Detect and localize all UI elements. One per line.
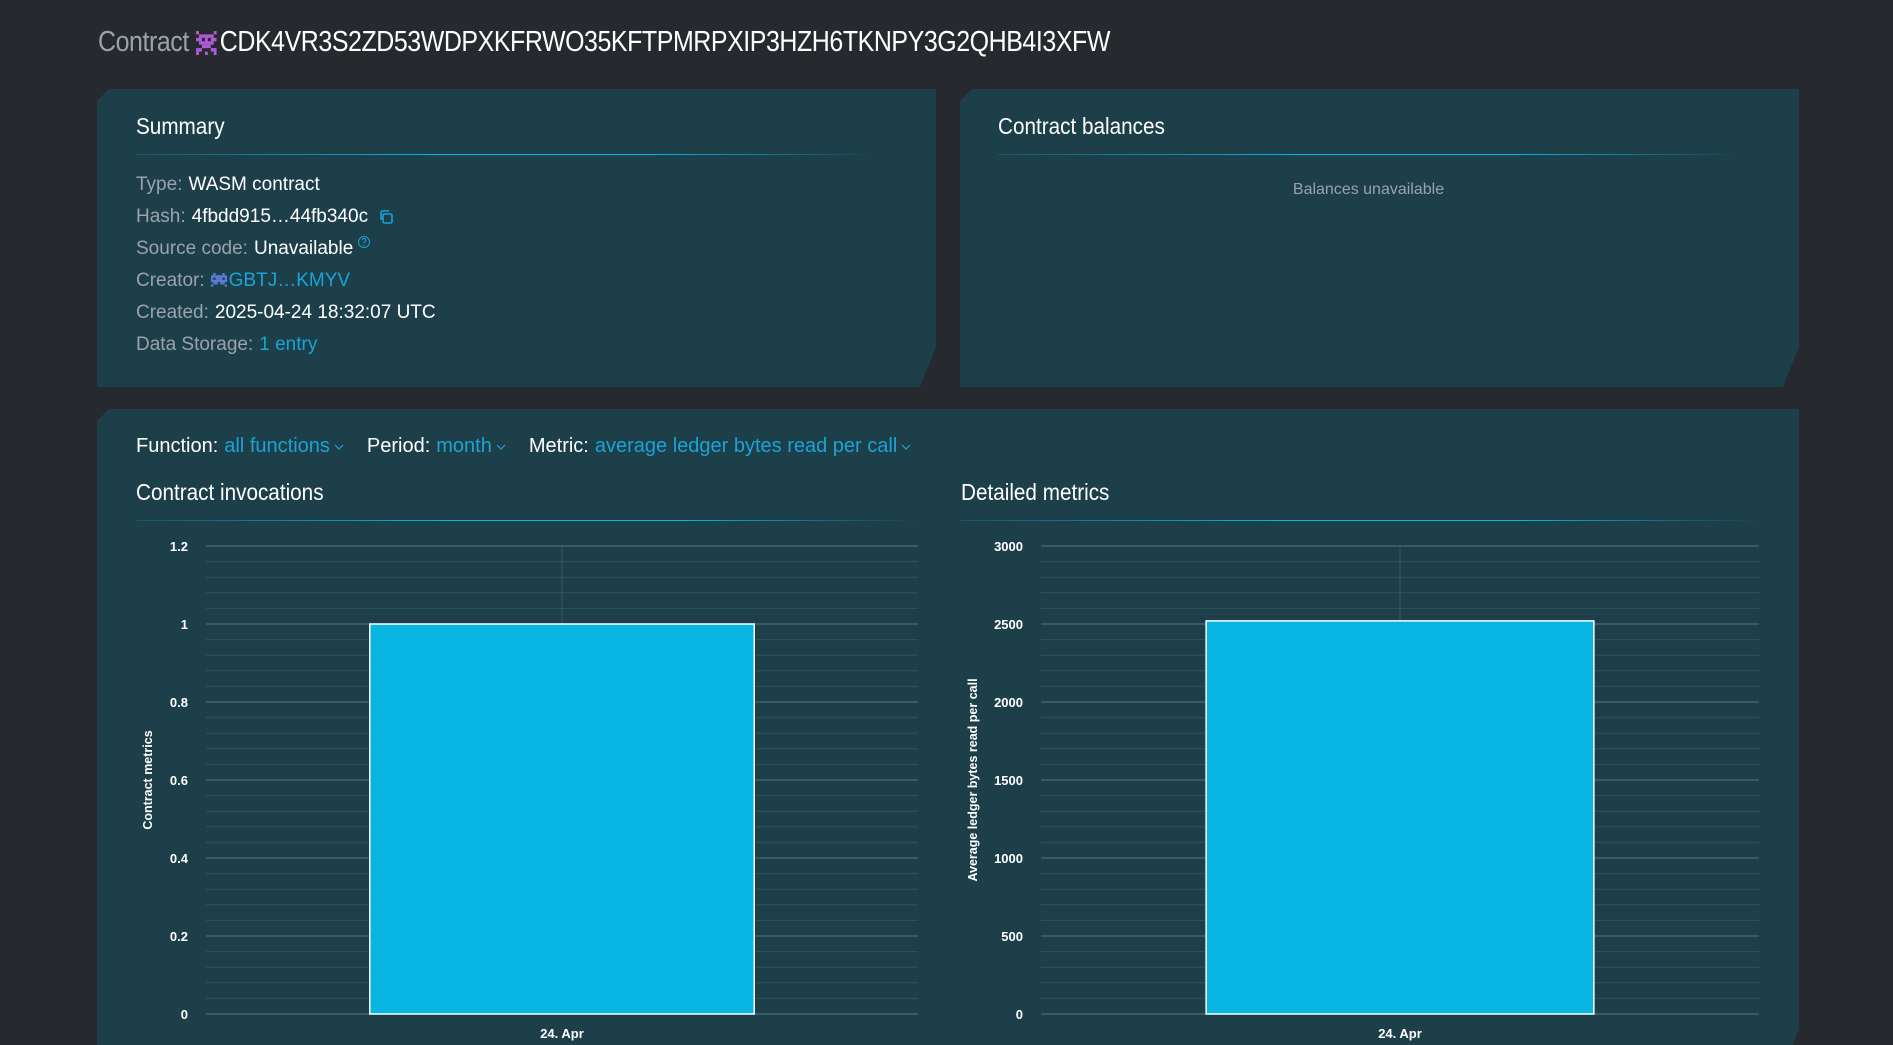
y-tick-label: 1.2 [170,539,188,554]
period-filter-label: Period: [366,435,431,457]
metrics-chart: Detailed metrics 0 500 1000 1500 2000 2500 300… [961,479,1759,521]
stats-card: Function: all functions Period: month Me… [97,409,1799,1045]
page-title: Contract CDK4VR3S2ZD53WDPXKFRWO35KFTPMRP… [98,26,1110,59]
y-tick-label: 1 [181,617,188,632]
y-axis-label: Average ledger bytes read per call [966,678,980,881]
function-filter[interactable]: Function: all functions [136,435,345,458]
help-icon[interactable] [357,235,371,249]
summary-card: Summary Type: WASM contract Hash: 4fbdd9… [97,89,936,387]
y-tick-label: 2500 [994,617,1023,632]
metrics-chart-svg: 0 500 1000 1500 2000 2500 3000 24. Apr Average l… [961,539,1761,1045]
storage-link[interactable]: 1 entry [259,329,317,361]
metric-filter-value[interactable]: average ledger bytes read per call [595,435,897,458]
summary-divider [136,154,876,155]
bar[interactable] [1206,621,1594,1014]
balances-card: Contract balances Balances unavailable [960,89,1799,387]
chevron-down-icon[interactable] [900,441,912,453]
invocations-chart-title: Contract invocations [136,479,324,505]
y-tick-label: 0.4 [170,851,189,866]
metrics-chart-title: Detailed metrics [961,479,1110,505]
type-value: WASM contract [188,174,320,195]
creator-link[interactable]: GBTJ…KMYV [229,265,350,297]
summary-row-creator: Creator: GBTJ…KMYV [136,265,876,297]
balances-empty-text: Balances unavailable [1292,181,1445,198]
y-tick-label: 0.8 [170,695,188,710]
metrics-divider [961,520,1759,521]
balances-title: Contract balances [998,113,1165,139]
summary-row-storage: Data Storage: 1 entry [136,329,876,361]
type-label: Type: [136,174,183,195]
invocations-chart-svg: 0 0.2 0.4 0.6 0.8 1 1.2 24. Apr Contract metrics [136,539,936,1045]
source-label: Source code: [136,238,248,259]
metric-filter-label: Metric: [528,435,589,457]
x-tick-label: 24. Apr [1378,1026,1422,1041]
period-filter-value[interactable]: month [436,435,492,458]
source-value: Unavailable [253,238,354,259]
invocations-chart: Contract invocations 0 0.2 0.4 0.6 0.8 1 1.2 24… [136,479,918,521]
period-filter[interactable]: Period: month [367,435,507,458]
storage-label: Data Storage: [136,334,254,355]
filter-bar: Function: all functions Period: month Me… [136,435,934,458]
summary-row-created: Created: 2025-04-24 18:32:07 UTC [136,297,876,329]
x-tick-label: 24. Apr [540,1026,584,1041]
y-tick-label: 2000 [994,695,1023,710]
hash-label: Hash: [136,206,186,227]
y-tick-label: 1500 [994,773,1023,788]
summary-list: Type: WASM contract Hash: 4fbdd915…44fb3… [136,169,876,361]
chevron-down-icon[interactable] [333,441,345,453]
y-tick-label: 0.6 [170,773,188,788]
hash-value: 4fbdd915…44fb340c [191,206,369,227]
summary-row-type: Type: WASM contract [136,169,876,201]
copy-icon[interactable] [378,209,394,225]
summary-row-hash: Hash: 4fbdd915…44fb340c [136,201,876,233]
identicon-icon [211,273,227,289]
function-filter-value[interactable]: all functions [224,435,330,458]
summary-row-source: Source code: Unavailable [136,233,876,265]
page-title-prefix: Contract [98,26,189,58]
created-label: Created: [136,302,209,323]
summary-title: Summary [136,113,225,139]
creator-label: Creator: [136,270,205,291]
balances-divider [998,154,1739,155]
invocations-divider [136,520,918,521]
y-tick-label: 0 [181,1007,188,1022]
y-axis-label: Contract metrics [141,730,155,829]
contract-address[interactable]: CDK4VR3S2ZD53WDPXKFRWO35KFTPMRPXIP3HZH6T… [220,26,1111,59]
y-tick-label: 500 [1001,929,1023,944]
metric-filter[interactable]: Metric: average ledger bytes read per ca… [529,435,912,458]
created-value: 2025-04-24 18:32:07 UTC [214,302,436,323]
y-tick-label: 0 [1016,1007,1023,1022]
identicon-icon [195,30,217,55]
function-filter-label: Function: [136,435,219,457]
y-tick-label: 0.2 [170,929,188,944]
y-tick-label: 1000 [994,851,1023,866]
y-tick-label: 3000 [994,539,1023,554]
chevron-down-icon[interactable] [495,441,507,453]
bar[interactable] [370,624,754,1014]
